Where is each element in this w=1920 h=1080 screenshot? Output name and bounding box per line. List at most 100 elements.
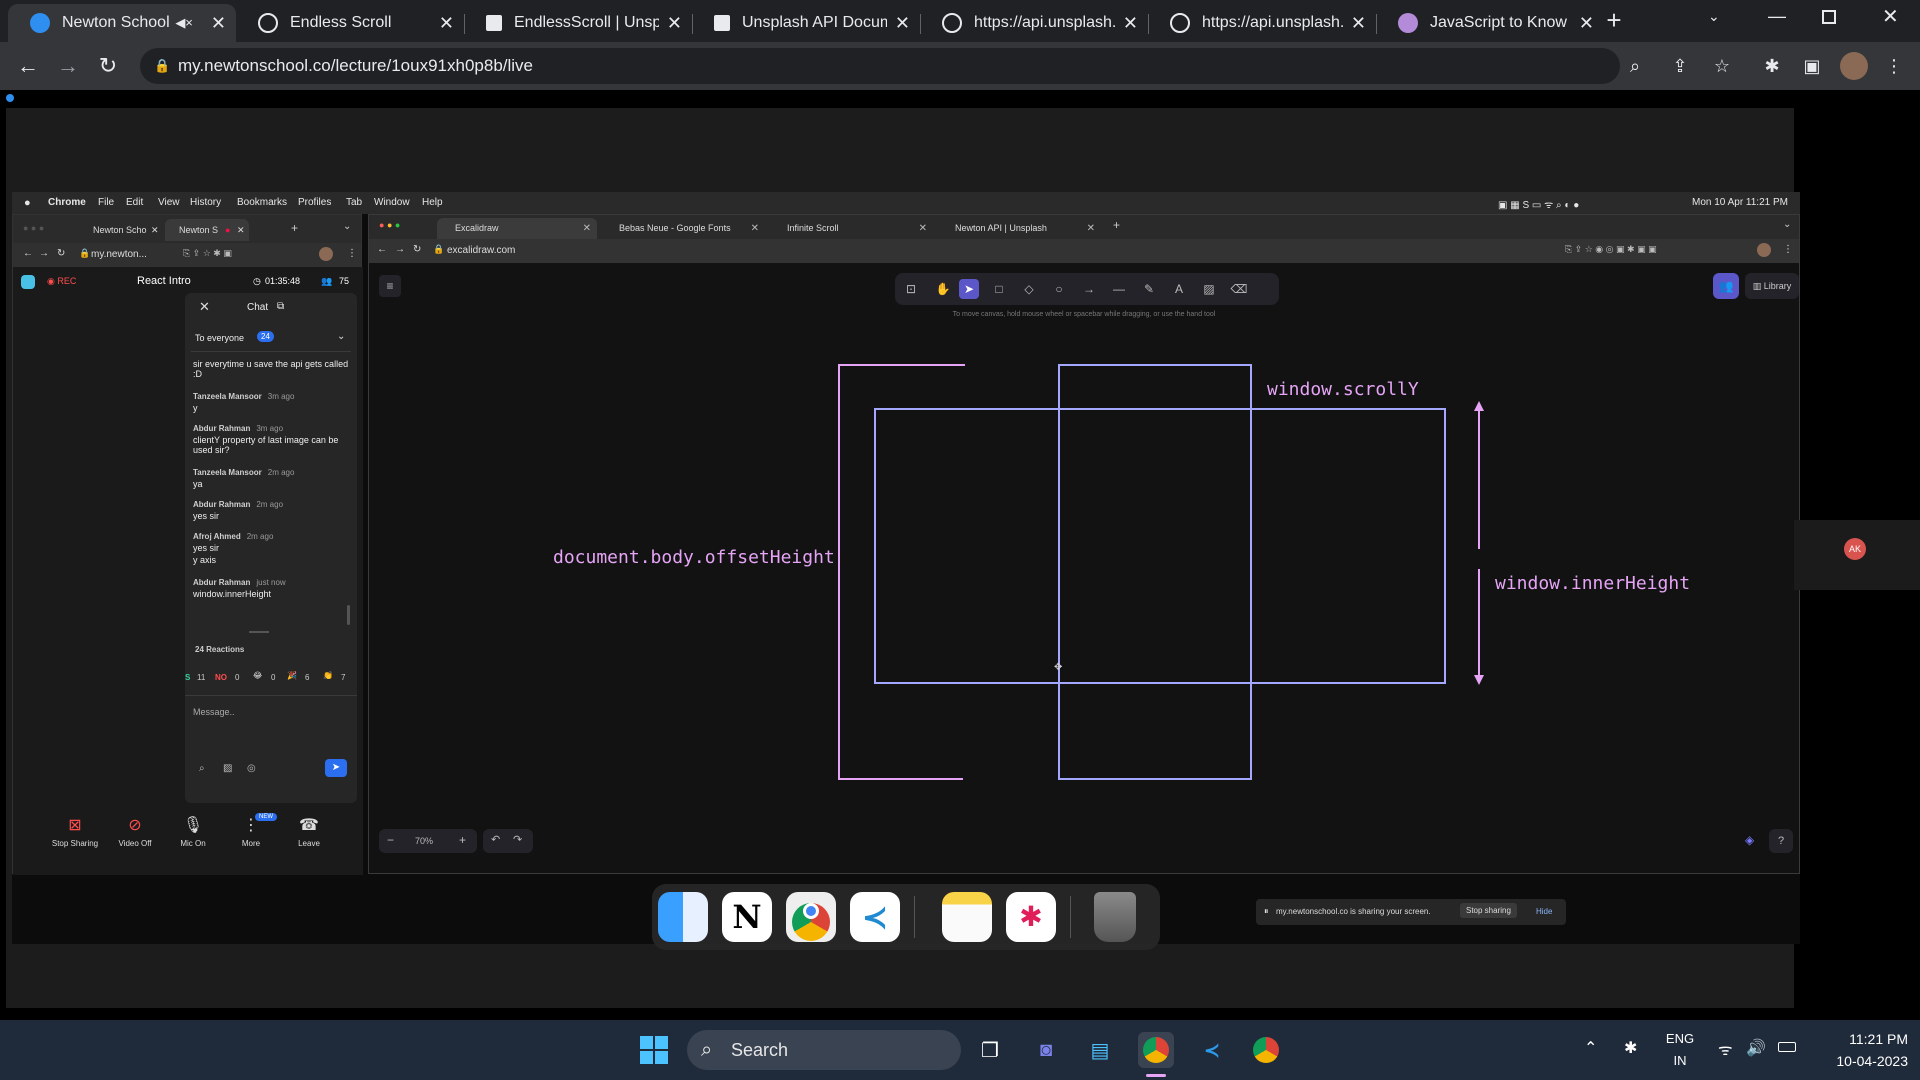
tab-close-icon[interactable]: ✕ (1087, 218, 1095, 239)
tab-close-icon[interactable]: ✕ (667, 13, 682, 34)
slack-tray-icon[interactable]: ✱ (1624, 1038, 1637, 1058)
reaction-emoji[interactable]: 😂 (253, 671, 262, 680)
tab-api-unsplash-2[interactable]: https://api.unsplash.c ✕ (1148, 4, 1376, 42)
windows-start-icon[interactable] (636, 1032, 672, 1068)
chrome-taskbar-icon-2[interactable] (1248, 1032, 1284, 1068)
tab-close-icon[interactable]: ✕ (919, 218, 927, 239)
volume-icon[interactable]: 🔊 (1746, 1038, 1766, 1058)
tab-newton-school-small[interactable]: Newton Scho ✕ (79, 219, 163, 241)
tab-javascript-to-know[interactable]: JavaScript to Know fo ✕ (1376, 4, 1604, 42)
chevron-down-icon[interactable]: ⌄ (1783, 219, 1791, 230)
zoom-level[interactable]: 70% (415, 836, 433, 846)
system-clock[interactable]: 11:21 PM 10-04-2023 (1808, 1028, 1908, 1072)
offset-height-label[interactable]: document.body.offsetHeight (553, 547, 835, 568)
slack-icon[interactable]: ✱ (1006, 892, 1056, 942)
scrolly-label[interactable]: window.scrollY (1267, 379, 1419, 400)
tab-newton-api-unsplash[interactable]: Newton API | Unsplash ✕ (937, 218, 1101, 239)
tab-audio-muted-icon[interactable]: ◀× (175, 15, 193, 31)
help-icon[interactable]: ? (1769, 829, 1793, 853)
tab-close-icon[interactable]: ✕ (1123, 13, 1138, 34)
tab-infinite-scroll[interactable]: Infinite Scroll ✕ (769, 218, 933, 239)
message-input[interactable]: Message.. (193, 707, 235, 717)
tab-close-icon[interactable]: ✕ (583, 218, 591, 239)
reload-icon[interactable]: ↻ (94, 52, 122, 80)
attach-icon[interactable]: ⌕ (199, 763, 205, 774)
forward-icon[interactable]: → (39, 248, 49, 259)
chrome-taskbar-icon[interactable] (1138, 1032, 1174, 1068)
video-off-button[interactable]: ⊘ Video Off (107, 815, 163, 848)
address-bar[interactable]: 🔒 my.newtonschool.co/lecture/1oux91xh0p8… (140, 48, 1640, 84)
new-tab-icon[interactable]: + (1600, 6, 1628, 34)
reaction-emoji[interactable]: 👏 (323, 671, 333, 680)
chrome-icon[interactable] (786, 892, 836, 942)
tab-api-unsplash-1[interactable]: https://api.unsplash.c ✕ (920, 4, 1148, 42)
tab-close-icon[interactable]: ✕ (151, 219, 159, 241)
restore-icon[interactable] (1822, 10, 1836, 24)
url-text[interactable]: excalidraw.com (447, 245, 515, 256)
tab-endlessscroll-unsplash[interactable]: EndlessScroll | Unspla ✕ (464, 4, 692, 42)
back-icon[interactable]: ← (377, 244, 387, 255)
close-window-icon[interactable]: ✕ (1882, 4, 1899, 29)
task-view-icon[interactable]: ❐ (972, 1032, 1008, 1068)
reaction-emoji[interactable]: S (185, 673, 190, 682)
menu-kebab-icon[interactable]: ⋮ (1783, 244, 1793, 255)
trash-icon[interactable] (1094, 892, 1136, 942)
share-icon[interactable]: ⇪ (1668, 54, 1692, 78)
menu-kebab-icon[interactable]: ⋮ (1882, 54, 1906, 78)
undo-icon[interactable]: ↶ (491, 833, 500, 846)
tab-close-icon[interactable]: ✕ (211, 13, 226, 34)
extensions-icon[interactable]: ✱ (1760, 54, 1784, 78)
windows-search-box[interactable]: ⌕ Search (687, 1030, 961, 1070)
bookmark-star-icon[interactable]: ☆ (1710, 54, 1734, 78)
battery-icon[interactable] (1778, 1042, 1796, 1052)
viewport-rect-shape[interactable] (874, 408, 1446, 684)
leave-button[interactable]: ☎ Leave (281, 815, 337, 848)
new-tab-icon[interactable]: + (1113, 218, 1120, 232)
reload-icon[interactable]: ↻ (57, 248, 65, 259)
profile-avatar[interactable] (319, 247, 333, 261)
tab-close-icon[interactable]: ✕ (1351, 13, 1366, 34)
redo-icon[interactable]: ↷ (513, 833, 522, 846)
shield-icon[interactable]: ◈ (1745, 833, 1754, 847)
show-hidden-icons-icon[interactable]: ⌃ (1584, 1038, 1597, 1058)
chevron-down-icon[interactable]: ⌄ (343, 221, 351, 232)
chat-scrollbar[interactable] (347, 605, 350, 625)
forward-icon[interactable]: → (54, 52, 82, 80)
profile-avatar[interactable] (1757, 243, 1771, 257)
mic-button[interactable]: 🎙 Mic On (165, 815, 221, 848)
tab-close-icon[interactable]: ✕ (237, 219, 245, 241)
document-bracket-shape[interactable] (838, 364, 965, 780)
document-rect-shape[interactable] (1058, 364, 1252, 780)
tab-newton-school[interactable]: Newton School ◀× ✕ (8, 4, 236, 42)
popout-icon[interactable]: ⧉ (277, 301, 284, 312)
language-indicator[interactable]: ENG IN (1660, 1028, 1700, 1072)
teams-chat-icon[interactable]: ◙ (1028, 1032, 1064, 1068)
profile-avatar[interactable] (1840, 52, 1868, 80)
side-panel-icon[interactable]: ▣ (1800, 54, 1824, 78)
back-icon[interactable]: ← (14, 52, 42, 80)
back-icon[interactable]: ← (23, 248, 33, 259)
new-tab-icon[interactable]: + (291, 221, 298, 235)
chat-recipient-select[interactable]: To everyone 24 ⌄ (191, 329, 351, 347)
minimize-icon[interactable]: — (1768, 6, 1786, 27)
participant-tile[interactable]: AK (1794, 520, 1920, 590)
forward-icon[interactable]: → (395, 244, 405, 255)
tab-unsplash-api-docs[interactable]: Unsplash API Docume ✕ (692, 4, 920, 42)
notes-icon[interactable] (942, 892, 992, 942)
reaction-emoji[interactable]: 🎉 (287, 671, 297, 680)
finder-icon[interactable] (658, 892, 708, 942)
reaction-emoji[interactable]: NO (215, 673, 227, 682)
gif-icon[interactable]: ◎ (247, 763, 256, 774)
zoom-in-icon[interactable]: + (459, 833, 466, 847)
vscode-taskbar-icon[interactable]: ≺ (1194, 1032, 1230, 1068)
tab-endless-scroll[interactable]: Endless Scroll ✕ (236, 4, 464, 42)
hide-link[interactable]: Hide (1536, 907, 1552, 916)
tab-search-chevron-icon[interactable]: ⌄ (1708, 8, 1720, 25)
tab-bebas-neue[interactable]: Bebas Neue - Google Fonts ✕ (601, 218, 765, 239)
zoom-out-icon[interactable]: − (387, 833, 394, 847)
image-icon[interactable]: ▨ (223, 763, 232, 774)
menu-kebab-icon[interactable]: ⋮ (347, 248, 357, 259)
inner-height-label[interactable]: window.innerHeight (1495, 573, 1690, 594)
tab-newton-small-active[interactable]: Newton S ● ✕ (165, 219, 249, 241)
close-chat-icon[interactable]: ✕ (199, 299, 210, 315)
